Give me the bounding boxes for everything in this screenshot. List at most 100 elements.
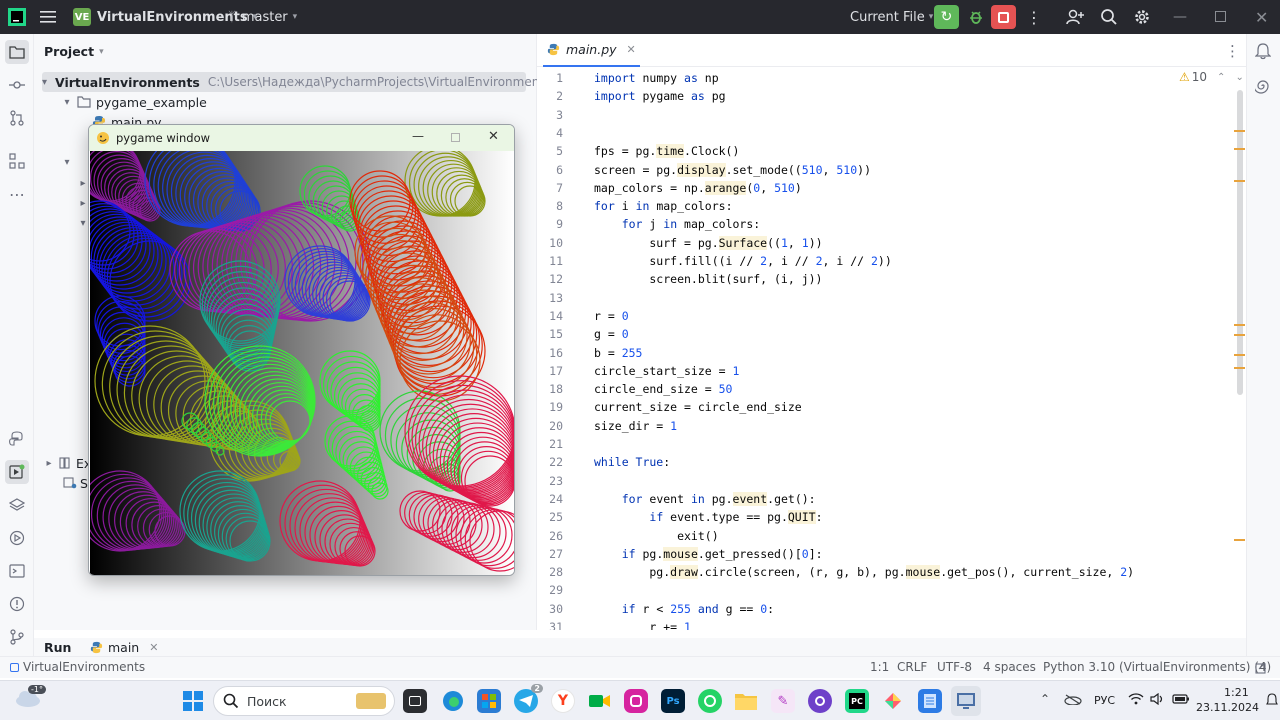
code-line[interactable]: 21 — [537, 435, 1237, 453]
warning-marker[interactable] — [1234, 354, 1245, 356]
code-line[interactable]: 19 current_size = circle_end_size — [537, 398, 1237, 416]
run-tab-label[interactable]: Run — [44, 640, 71, 655]
code-line[interactable]: 28 pg.draw.circle(screen, (r, g, b), pg.… — [537, 563, 1237, 581]
services-icon[interactable] — [5, 526, 29, 550]
code-line[interactable]: 27 if pg.mouse.get_pressed()[0]: — [537, 545, 1237, 563]
code-line[interactable]: 10 surf = pg.Surface((1, 1)) — [537, 234, 1237, 252]
notepad-icon[interactable] — [918, 689, 942, 713]
stop-button[interactable] — [991, 5, 1016, 29]
project-tool-folder-icon[interactable] — [5, 40, 29, 64]
code-line[interactable]: 12 screen.blit(surf, (i, j)) — [537, 270, 1237, 288]
onedrive-cloud-icon[interactable] — [1064, 693, 1082, 709]
run-config-tab[interactable]: main ✕ — [90, 640, 158, 655]
code-line[interactable]: 16 b = 255 — [537, 344, 1237, 362]
github-desktop-icon[interactable] — [808, 689, 832, 713]
warning-marker[interactable] — [1234, 539, 1245, 541]
ms-store-icon[interactable] — [477, 689, 501, 713]
python-interpreter[interactable]: Python 3.10 (VirtualEnvironments) (4) — [1043, 660, 1271, 674]
code-line[interactable]: 6 screen = pg.display.set_mode((510, 510)… — [537, 161, 1237, 179]
close-window-button[interactable]: ✕ — [1255, 0, 1268, 34]
meet-video-icon[interactable] — [588, 689, 612, 713]
volume-icon[interactable] — [1150, 692, 1166, 709]
commit-icon[interactable] — [5, 73, 29, 97]
warning-marker[interactable] — [1234, 367, 1245, 369]
tree-root-row[interactable]: ▾ VirtualEnvironments C:\Users\Надежда\P… — [42, 72, 550, 92]
tree-external-libraries-row[interactable]: ▸ Ex — [42, 453, 91, 473]
editor-scrollbar-thumb[interactable] — [1237, 90, 1243, 395]
pull-requests-icon[interactable] — [5, 106, 29, 130]
maximize-window-button[interactable] — [451, 133, 460, 142]
project-panel-header[interactable]: Project ▾ — [44, 44, 104, 59]
close-icon[interactable]: ✕ — [627, 43, 636, 56]
yandex-browser-icon[interactable]: Y — [551, 689, 575, 713]
code-line[interactable]: 15 g = 0 — [537, 325, 1237, 343]
battery-icon[interactable] — [1172, 693, 1190, 709]
code-line[interactable]: 29 — [537, 581, 1237, 599]
notifications-bell-icon[interactable] — [1254, 42, 1272, 64]
close-icon[interactable]: ✕ — [149, 641, 158, 654]
more-actions-icon[interactable]: ⋮ — [1026, 0, 1042, 34]
more-tools-icon[interactable]: ⋯ — [5, 182, 29, 206]
file-explorer-folder-icon[interactable] — [734, 689, 758, 713]
pygame-window[interactable]: pygame window — ✕ — [88, 124, 515, 576]
rerun-button[interactable]: ↻ — [934, 5, 959, 29]
editor-tab-options-icon[interactable]: ⋮ — [1225, 34, 1240, 67]
layers-icon[interactable] — [5, 493, 29, 517]
status-breadcrumb[interactable]: VirtualEnvironments — [10, 660, 145, 674]
caret-position[interactable]: 1:1 — [870, 660, 889, 674]
code-line[interactable]: 20 size_dir = 1 — [537, 417, 1237, 435]
code-line[interactable]: 25 if event.type == pg.QUIT: — [537, 508, 1237, 526]
code-line[interactable]: 9 for j in map_colors: — [537, 215, 1237, 233]
lock-icon[interactable] — [1255, 662, 1267, 677]
line-separator[interactable]: CRLF — [897, 660, 927, 674]
debug-button[interactable] — [964, 5, 988, 29]
pygame-drawing-canvas[interactable] — [90, 151, 514, 575]
editor-tab-main[interactable]: main.py ✕ — [543, 34, 640, 67]
edge-browser-icon[interactable] — [441, 689, 465, 713]
run-tool-icon[interactable] — [5, 460, 29, 484]
code-line[interactable]: 5 fps = pg.time.Clock() — [537, 142, 1237, 160]
run-config-selector[interactable]: Current File ▾ — [850, 0, 933, 34]
task-view-icon[interactable] — [403, 689, 427, 713]
maximize-window-button[interactable] — [1215, 11, 1226, 22]
code-line[interactable]: 7 map_colors = np.arange(0, 510) — [537, 179, 1237, 197]
pygame-window-titlebar[interactable]: pygame window — ✕ — [89, 125, 514, 151]
pygame-window-taskbar-icon[interactable] — [951, 686, 981, 716]
whatsapp-icon[interactable] — [698, 689, 722, 713]
code-line[interactable]: 26 exit() — [537, 527, 1237, 545]
git-icon[interactable] — [5, 625, 29, 649]
pycharm-taskbar-icon[interactable]: PC — [845, 689, 869, 713]
photoshop-icon[interactable]: Ps — [661, 689, 685, 713]
minimize-window-button[interactable]: — — [412, 129, 424, 143]
indent-setting[interactable]: 4 spaces — [983, 660, 1036, 674]
taskbar-search-box[interactable]: Поиск — [213, 686, 395, 716]
code-line[interactable]: 3 — [537, 106, 1237, 124]
code-line[interactable]: 31 r += 1 — [537, 618, 1237, 630]
clock-time[interactable]: 1:21 — [1224, 686, 1249, 699]
code-line[interactable]: 24 for event in pg.event.get(): — [537, 490, 1237, 508]
branch-switcher[interactable]: ᛉ master ▾ — [228, 0, 297, 34]
tray-overflow-chevron-up-icon[interactable]: ⌃ — [1040, 692, 1050, 706]
close-window-button[interactable]: ✕ — [488, 129, 499, 144]
weather-widget[interactable]: -1° — [14, 685, 46, 712]
tree-folder-row[interactable]: ▾ pygame_example — [60, 92, 206, 112]
code-line[interactable]: 14 r = 0 — [537, 307, 1237, 325]
clock-date[interactable]: 23.11.2024 — [1196, 701, 1259, 714]
code-line[interactable]: 8 for i in map_colors: — [537, 197, 1237, 215]
code-line[interactable]: 2 import pygame as pg — [537, 87, 1237, 105]
problems-icon[interactable] — [5, 592, 29, 616]
code-line[interactable]: 23 — [537, 472, 1237, 490]
telegram-icon[interactable]: 2 — [514, 684, 543, 713]
code-line[interactable]: 17 circle_start_size = 1 — [537, 362, 1237, 380]
python-packages-icon[interactable] — [5, 427, 29, 451]
wifi-icon[interactable] — [1128, 693, 1144, 709]
code-line[interactable]: 18 circle_end_size = 50 — [537, 380, 1237, 398]
warning-marker[interactable] — [1234, 130, 1245, 132]
ai-assistant-spiral-icon[interactable] — [1253, 78, 1271, 98]
code-line[interactable]: 22 while True: — [537, 453, 1237, 471]
start-windows-icon[interactable] — [181, 689, 205, 713]
file-encoding[interactable]: UTF-8 — [937, 660, 972, 674]
code-lines[interactable]: 1 import numpy as np 2 import pygame as pg 3… — [537, 69, 1237, 630]
code-line[interactable]: 1 import numpy as np — [537, 69, 1237, 87]
code-line[interactable]: 11 surf.fill((i // 2, i // 2, i // 2)) — [537, 252, 1237, 270]
